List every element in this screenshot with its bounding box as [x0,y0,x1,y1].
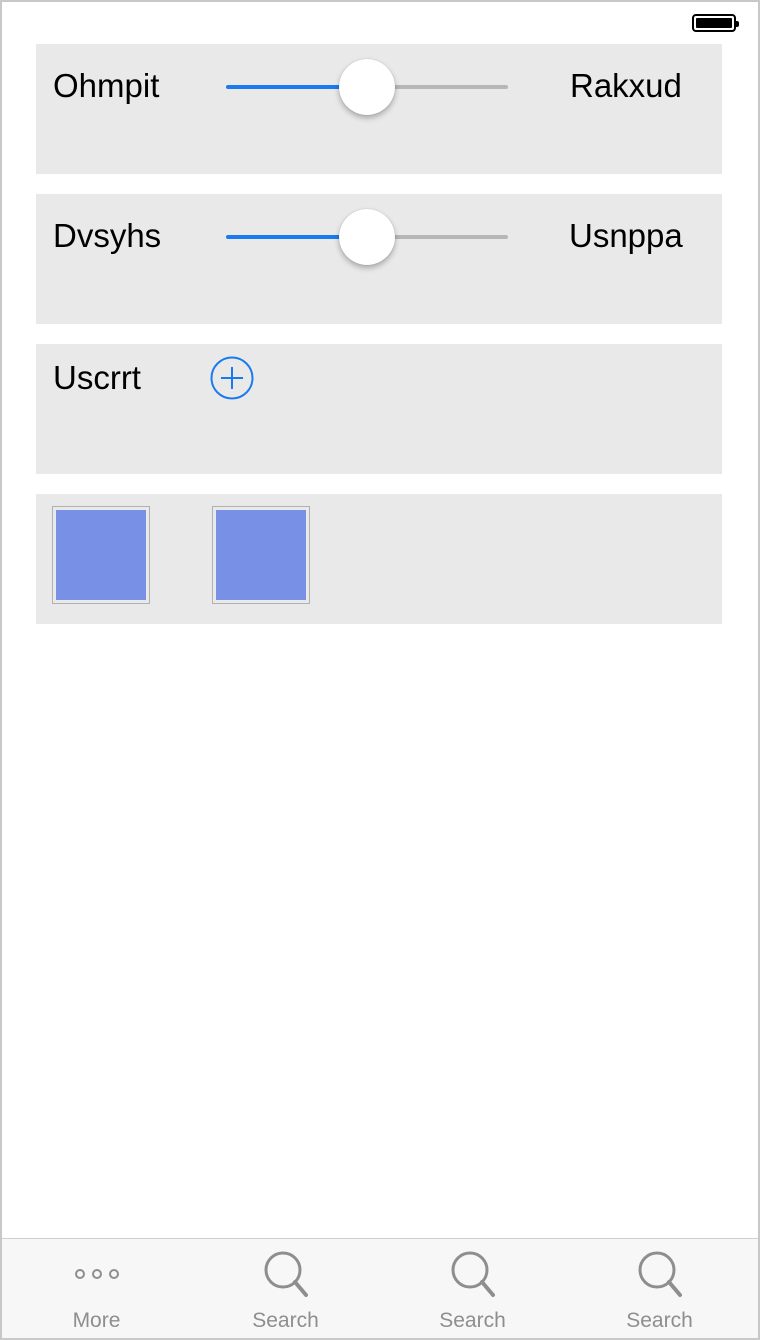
slider-2-value-label: Usnppa [569,217,683,254]
tab-more-label: More [72,1309,121,1332]
slider-1-thumb[interactable] [339,59,395,115]
color-swatch-2-fill [216,510,306,600]
tab-search-1[interactable]: Search [191,1239,380,1338]
slider-1-value-label: Rakxud [570,67,682,104]
tab-search-2[interactable]: Search [378,1239,567,1338]
color-swatch-1-fill [56,510,146,600]
tab-search-3-label: Search [626,1309,693,1332]
color-swatch-2[interactable] [212,506,310,604]
tab-more[interactable]: More [2,1239,191,1338]
slider-2-label: Dvsyhs [53,217,162,254]
swatch-row [36,494,722,624]
slider-2-thumb[interactable] [339,209,395,265]
tab-search-1-label: Search [252,1309,319,1332]
battery-full-icon [692,14,739,32]
tab-bar: More Search Search Search [2,1238,758,1338]
search-icon [638,1251,682,1297]
more-dots-icon [74,1269,119,1279]
search-icon [264,1251,308,1297]
slider-row-2: Dvsyhs Usnppa [36,194,722,324]
tab-search-3[interactable]: Search [565,1239,754,1338]
slider-row-1: Ohmpit Rakxud [36,44,722,174]
color-swatch-1[interactable] [52,506,150,604]
add-row-label: Uscrrt [53,359,141,396]
plus-circle-icon [210,356,254,400]
slider-1-label: Ohmpit [53,67,160,104]
tab-search-2-label: Search [439,1309,506,1332]
slider-2[interactable] [224,209,510,265]
add-button[interactable] [210,356,254,400]
app-screen: Ohmpit Rakxud Dvsyhs Usnppa Uscrrt More … [0,0,760,1340]
add-row: Uscrrt [36,344,722,474]
search-icon [451,1251,495,1297]
slider-1[interactable] [224,59,510,115]
